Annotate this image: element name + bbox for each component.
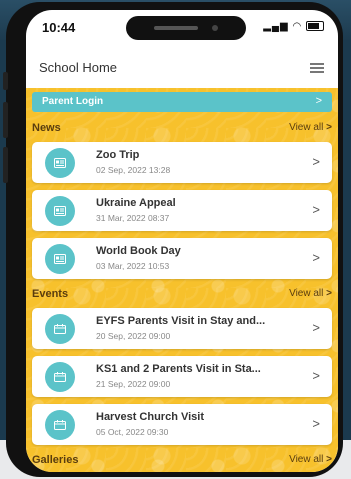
news-item-date: 31 Mar, 2022 08:37 xyxy=(96,213,170,223)
galleries-section-header: Galleries View all > xyxy=(26,452,338,470)
chevron-right-icon: > xyxy=(312,250,320,265)
event-item-date: 21 Sep, 2022 09:00 xyxy=(96,379,171,389)
news-item-date: 02 Sep, 2022 13:28 xyxy=(96,165,171,175)
events-view-all-link[interactable]: View all > xyxy=(289,288,332,299)
event-item-title: KS1 and 2 Parents Visit in Sta... xyxy=(96,363,261,375)
calendar-icon xyxy=(45,410,75,440)
status-icons: ▂▄▆ ◠ xyxy=(263,21,324,32)
events-section-header: Events View all > xyxy=(26,286,338,304)
galleries-view-all-link[interactable]: View all > xyxy=(289,454,332,465)
calendar-icon xyxy=(45,314,75,344)
events-section-title: Events xyxy=(32,288,69,300)
newspaper-icon xyxy=(45,148,75,178)
phone-screen: 10:44 ▂▄▆ ◠ School Home Parent Login > N… xyxy=(26,10,338,472)
news-item-title: World Book Day xyxy=(96,245,181,257)
chevron-right-icon: > xyxy=(312,320,320,335)
battery-icon xyxy=(306,21,324,32)
phone-frame: 10:44 ▂▄▆ ◠ School Home Parent Login > N… xyxy=(3,2,343,477)
status-bar: 10:44 ▂▄▆ ◠ xyxy=(26,10,338,42)
hamburger-menu-icon[interactable] xyxy=(310,63,324,73)
status-time: 10:44 xyxy=(42,20,76,35)
news-view-all-link[interactable]: View all > xyxy=(289,122,332,133)
signal-icon: ▂▄▆ xyxy=(263,21,289,32)
event-item-title: Harvest Church Visit xyxy=(96,411,205,423)
news-item-zoo-trip[interactable]: Zoo Trip 02 Sep, 2022 13:28 > xyxy=(32,142,332,183)
parent-login-label: Parent Login xyxy=(42,96,104,107)
camera-dot xyxy=(212,25,218,31)
dynamic-island xyxy=(126,16,246,40)
page-title: School Home xyxy=(39,60,118,75)
event-item-eyfs-visit[interactable]: EYFS Parents Visit in Stay and... 20 Sep… xyxy=(32,308,332,349)
calendar-icon xyxy=(45,362,75,392)
wifi-icon: ◠ xyxy=(292,21,303,32)
news-item-date: 03 Mar, 2022 10:53 xyxy=(96,261,170,271)
app-bar: School Home xyxy=(26,44,338,89)
event-item-ks1-ks2-visit[interactable]: KS1 and 2 Parents Visit in Sta... 21 Sep… xyxy=(32,356,332,397)
chevron-right-icon: > xyxy=(312,368,320,383)
home-content: Parent Login > News View all > Zoo Trip … xyxy=(26,88,338,472)
newspaper-icon xyxy=(45,244,75,274)
news-item-title: Ukraine Appeal xyxy=(96,197,176,209)
parent-login-button[interactable]: Parent Login > xyxy=(32,92,332,112)
event-item-harvest-church-visit[interactable]: Harvest Church Visit 05 Oct, 2022 09:30 … xyxy=(32,404,332,445)
news-item-title: Zoo Trip xyxy=(96,149,140,161)
chevron-right-icon: > xyxy=(312,202,320,217)
volume-up-button xyxy=(3,102,8,138)
news-item-ukraine-appeal[interactable]: Ukraine Appeal 31 Mar, 2022 08:37 > xyxy=(32,190,332,231)
event-item-date: 20 Sep, 2022 09:00 xyxy=(96,331,171,341)
mute-switch xyxy=(3,72,8,90)
news-section-header: News View all > xyxy=(26,120,338,138)
chevron-right-icon: > xyxy=(312,154,320,169)
chevron-right-icon: > xyxy=(312,416,320,431)
speaker-grille xyxy=(154,26,198,30)
news-item-world-book-day[interactable]: World Book Day 03 Mar, 2022 10:53 > xyxy=(32,238,332,279)
volume-down-button xyxy=(3,147,8,183)
galleries-section-title: Galleries xyxy=(32,454,79,466)
newspaper-icon xyxy=(45,196,75,226)
chevron-right-icon: > xyxy=(315,95,322,107)
event-item-date: 05 Oct, 2022 09:30 xyxy=(96,427,169,437)
news-section-title: News xyxy=(32,122,61,134)
event-item-title: EYFS Parents Visit in Stay and... xyxy=(96,315,266,327)
